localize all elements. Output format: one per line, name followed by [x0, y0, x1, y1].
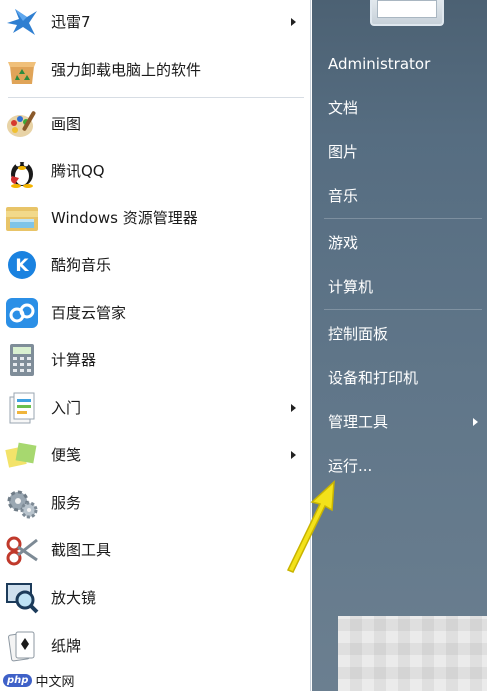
places-item-documents[interactable]: 文档 — [328, 93, 478, 123]
paint-palette-icon — [3, 106, 41, 142]
pixelated-region — [338, 616, 487, 691]
places-label: 计算机 — [328, 278, 374, 296]
program-item-xunlei[interactable]: 迅雷7 — [0, 0, 311, 44]
program-label: 便笺 — [51, 446, 82, 464]
program-item-services[interactable]: 服务 — [0, 481, 311, 525]
submenu-arrow-icon — [291, 18, 296, 26]
solitaire-cards-icon — [3, 628, 41, 664]
program-label: 截图工具 — [51, 541, 112, 559]
places-label: 设备和打印机 — [328, 369, 419, 387]
baidu-cloud-icon — [3, 295, 41, 331]
program-item-qq[interactable]: 腾讯QQ — [0, 149, 311, 193]
submenu-arrow-icon — [473, 418, 478, 426]
places-item-administrator[interactable]: Administrator — [328, 49, 478, 79]
program-item-sticky-notes[interactable]: 便笺 — [0, 433, 311, 477]
places-item-control-panel[interactable]: 控制面板 — [328, 319, 478, 349]
services-gear-icon — [3, 485, 41, 521]
uninstall-box-icon — [3, 52, 41, 88]
program-item-kugou[interactable]: K 酷狗音乐 — [0, 243, 311, 287]
places-divider — [324, 218, 482, 219]
site-watermark: php 中文网 — [3, 671, 75, 690]
start-menu-places-panel: Administrator 文档 图片 音乐 游戏 计算机 控制面板 设备和打印… — [312, 0, 487, 691]
program-label: 放大镜 — [51, 589, 97, 607]
watermark-badge: php — [3, 673, 33, 687]
places-item-pictures[interactable]: 图片 — [328, 137, 478, 167]
program-label: Windows 资源管理器 — [51, 209, 198, 227]
program-item-solitaire[interactable]: 纸牌 — [0, 624, 311, 668]
places-item-run[interactable]: 运行... — [328, 451, 478, 481]
user-picture-frame — [377, 0, 437, 18]
program-item-snipping-tool[interactable]: 截图工具 — [0, 528, 311, 572]
places-label: 文档 — [328, 99, 359, 117]
program-item-baidu-cloud[interactable]: 百度云管家 — [0, 291, 311, 335]
program-list-divider — [8, 97, 304, 98]
places-label: 运行... — [328, 457, 373, 475]
qq-penguin-icon — [3, 153, 41, 189]
program-label: 计算器 — [51, 351, 97, 369]
explorer-folder-icon — [3, 200, 41, 236]
user-picture[interactable] — [370, 0, 444, 26]
getting-started-icon — [3, 390, 41, 426]
program-item-paint[interactable]: 画图 — [0, 102, 311, 146]
program-item-magnifier[interactable]: 放大镜 — [0, 576, 311, 620]
places-label: 音乐 — [328, 187, 359, 205]
program-item-explorer[interactable]: Windows 资源管理器 — [0, 196, 311, 240]
submenu-arrow-icon — [291, 451, 296, 459]
snipping-tool-icon — [3, 532, 41, 568]
program-item-getting-started[interactable]: 入门 — [0, 386, 311, 430]
start-menu-program-list: 迅雷7 强力卸载电脑上的软件 画图 腾讯QQ Windows 资源管理器 K 酷… — [0, 0, 311, 691]
program-label: 酷狗音乐 — [51, 256, 112, 274]
program-label: 画图 — [51, 115, 82, 133]
program-label: 强力卸载电脑上的软件 — [51, 61, 202, 79]
places-divider — [324, 309, 482, 310]
places-label: 控制面板 — [328, 325, 389, 343]
places-label: Administrator — [328, 55, 431, 73]
magnifier-icon — [3, 580, 41, 616]
places-label: 管理工具 — [328, 413, 389, 431]
program-label: 入门 — [51, 399, 82, 417]
program-item-calculator[interactable]: 计算器 — [0, 338, 311, 382]
thunder-icon — [3, 4, 41, 40]
program-label: 纸牌 — [51, 637, 82, 655]
places-item-games[interactable]: 游戏 — [328, 228, 478, 258]
places-label: 图片 — [328, 143, 359, 161]
places-item-music[interactable]: 音乐 — [328, 181, 478, 211]
watermark-site: 中文网 — [35, 674, 75, 690]
svg-text:K: K — [15, 256, 29, 276]
program-label: 迅雷7 — [51, 13, 91, 31]
places-item-devices-printers[interactable]: 设备和打印机 — [328, 363, 478, 393]
places-item-computer[interactable]: 计算机 — [328, 272, 478, 302]
calculator-icon — [3, 342, 41, 378]
program-label: 服务 — [51, 494, 82, 512]
yellow-pointer-arrow-icon — [286, 480, 335, 573]
kugou-icon: K — [3, 247, 41, 283]
program-label: 腾讯QQ — [51, 162, 105, 180]
places-item-admin-tools[interactable]: 管理工具 — [328, 407, 478, 437]
program-label: 百度云管家 — [51, 304, 127, 322]
sticky-notes-icon — [3, 437, 41, 473]
places-label: 游戏 — [328, 234, 359, 252]
program-item-uninstall[interactable]: 强力卸载电脑上的软件 — [0, 48, 311, 92]
submenu-arrow-icon — [291, 404, 296, 412]
